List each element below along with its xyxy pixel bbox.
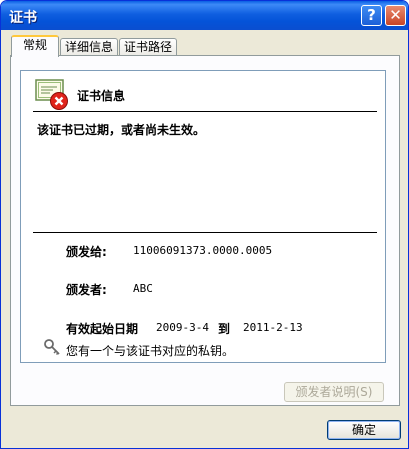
tab-general[interactable]: 常规	[11, 35, 59, 57]
valid-to-label: 到	[218, 322, 231, 336]
key-icon	[44, 339, 60, 356]
header-divider	[33, 111, 377, 112]
ok-button[interactable]: 确定	[327, 420, 401, 440]
tab-details[interactable]: 详细信息	[60, 38, 118, 55]
window-title: 证书	[9, 10, 37, 26]
issued-to-value: 11006091373.0000.0005	[133, 244, 273, 257]
tab-certification-path[interactable]: 证书路径	[119, 38, 177, 55]
certificate-error-icon	[35, 79, 68, 110]
valid-to-value: 2011-2-13	[243, 321, 303, 334]
help-icon[interactable]: ?	[361, 5, 382, 26]
certificate-status-text: 该证书已过期，或者尚未生效。	[37, 123, 206, 137]
certificate-info-title: 证书信息	[77, 89, 126, 103]
valid-from-value: 2009-3-4	[156, 321, 209, 334]
issued-by-label: 颁发者:	[66, 283, 107, 297]
valid-from-label: 有效起始日期	[66, 322, 139, 336]
issuer-statement-button[interactable]: 颁发者说明(S)	[284, 382, 384, 402]
certificate-dialog: 证书 ? ✕ 常规 详细信息 证书路径 证书信息 该证书已过期，或者尚未生效。 …	[0, 0, 409, 449]
issued-to-label: 颁发给:	[66, 245, 107, 259]
issued-by-value: ABC	[133, 282, 153, 295]
title-bar[interactable]: 证书 ? ✕	[1, 1, 408, 30]
close-icon[interactable]: ✕	[385, 5, 406, 26]
private-key-note: 您有一个与该证书对应的私钥。	[66, 344, 235, 358]
details-divider	[33, 232, 377, 233]
certificate-info-box: 证书信息 该证书已过期，或者尚未生效。 颁发给: 11006091373.000…	[20, 70, 386, 363]
